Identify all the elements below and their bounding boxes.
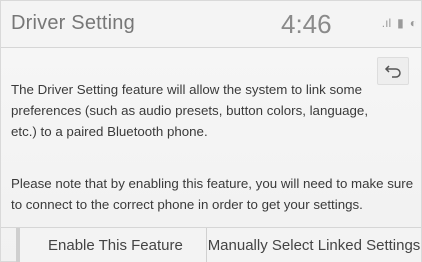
enable-feature-button[interactable]: Enable This Feature <box>16 228 206 262</box>
status-icons: .ıl ▮ ◐ <box>382 17 417 29</box>
description-paragraph: The Driver Setting feature will allow th… <box>11 82 369 139</box>
page-title: Driver Setting <box>11 12 135 34</box>
signal-icon: .ıl <box>381 16 392 30</box>
clock: 4:46 <box>281 9 332 39</box>
footer-actions: Enable This Feature Manually Select Link… <box>1 227 421 262</box>
driver-setting-screen: Driver Setting 4:46 .ıl ▮ ◐ The Driver S… <box>0 0 422 262</box>
back-arrow-icon <box>384 65 401 78</box>
header-bar: Driver Setting 4:46 .ıl ▮ ◐ <box>1 1 421 48</box>
battery-icon: ▮ <box>397 16 404 30</box>
manually-select-linked-settings-button[interactable]: Manually Select Linked Settings <box>206 228 421 262</box>
bluetooth-icon: ◐ <box>409 16 417 30</box>
note-paragraph: Please note that by enabling this featur… <box>11 176 414 212</box>
